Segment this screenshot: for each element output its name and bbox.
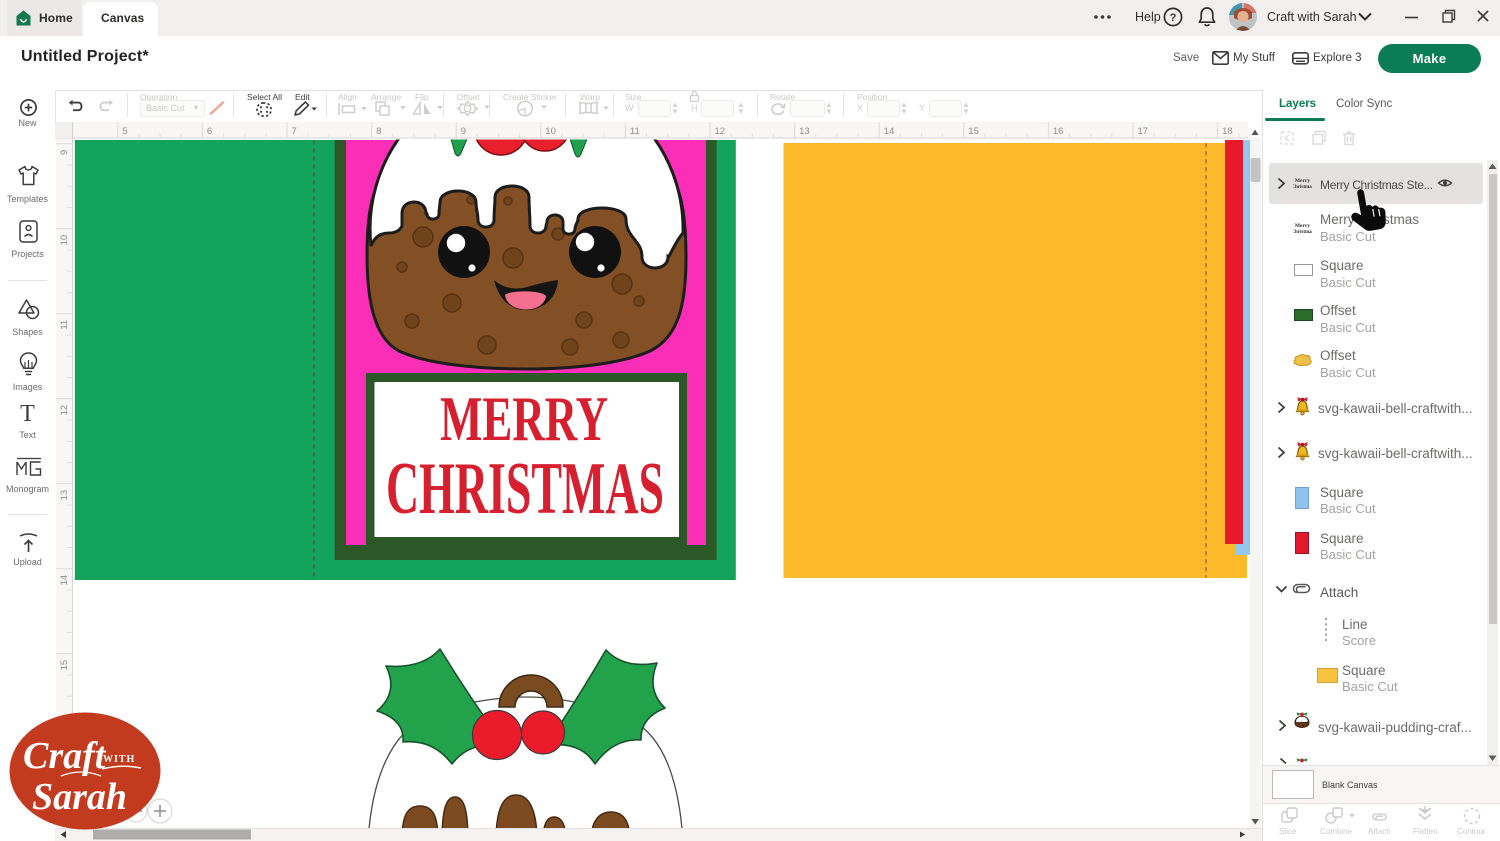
svg-text:5: 5 — [122, 126, 127, 137]
svg-text:Christmas: Christmas — [1293, 185, 1312, 190]
svg-text:6: 6 — [207, 126, 212, 137]
svg-text:WITH: WITH — [103, 754, 135, 765]
svg-text:?: ? — [1170, 12, 1177, 24]
svg-text:15: 15 — [968, 126, 979, 137]
svg-text:Merry: Merry — [1295, 223, 1311, 229]
svg-text:9: 9 — [59, 150, 70, 155]
svg-text:Sarah: Sarah — [32, 776, 127, 818]
svg-text:12: 12 — [59, 405, 70, 416]
svg-text:MERRY: MERRY — [440, 383, 608, 454]
svg-text:13: 13 — [799, 126, 810, 137]
svg-text:CHRISTMAS: CHRISTMAS — [386, 448, 664, 530]
svg-text:15: 15 — [59, 660, 70, 671]
svg-text:12: 12 — [715, 126, 726, 137]
svg-text:16: 16 — [1053, 126, 1064, 137]
svg-text:14: 14 — [884, 126, 895, 137]
svg-text:14: 14 — [59, 575, 70, 586]
svg-text:11: 11 — [630, 126, 640, 137]
svg-text:9: 9 — [461, 126, 466, 137]
svg-text:Craft: Craft — [23, 735, 107, 777]
svg-text:Merry: Merry — [1295, 178, 1311, 184]
svg-text:7: 7 — [292, 126, 297, 137]
svg-text:11: 11 — [59, 320, 70, 330]
svg-text:13: 13 — [59, 490, 70, 501]
svg-text:17: 17 — [1138, 126, 1149, 137]
svg-text:18: 18 — [1222, 126, 1233, 137]
svg-text:8: 8 — [376, 126, 381, 137]
svg-text:10: 10 — [545, 126, 556, 137]
svg-text:10: 10 — [59, 235, 70, 246]
svg-text:Christmas: Christmas — [1293, 230, 1312, 235]
